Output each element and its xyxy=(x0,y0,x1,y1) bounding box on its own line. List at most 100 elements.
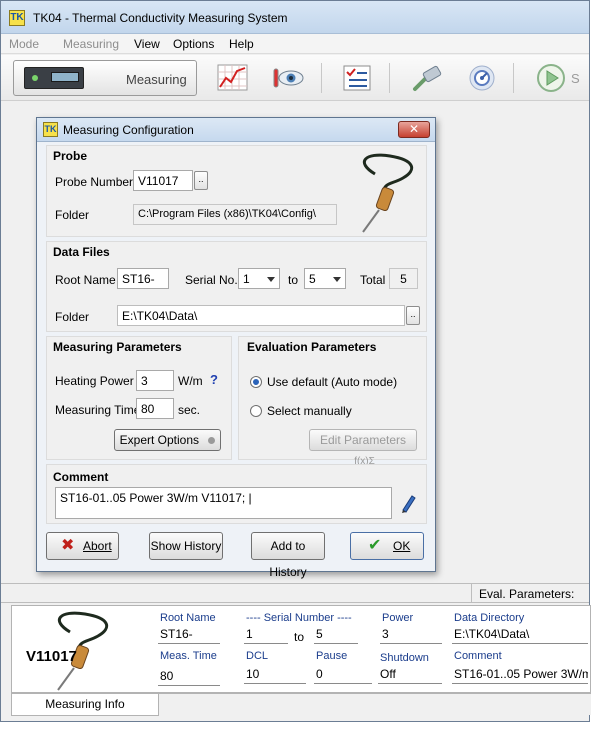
measuring-time-field[interactable]: 80 xyxy=(136,398,174,419)
measuring-configuration-dialog: TK Measuring Configuration ✕ Probe Probe… xyxy=(36,117,436,579)
info-serial-label: ---- Serial Number ---- xyxy=(246,612,352,624)
serial-to-label: to xyxy=(288,273,299,287)
data-folder-browse-button[interactable]: .. xyxy=(406,306,420,325)
data-folder-field[interactable]: E:\TK04\Data\ xyxy=(117,305,405,326)
data-folder-label: Folder xyxy=(55,310,90,324)
menu-help[interactable]: Help xyxy=(229,37,254,51)
probe-name: V11017 xyxy=(26,648,77,665)
probe-folder-field: C:\Program Files (x86)\TK04\Config\ xyxy=(133,204,337,225)
chevron-down-icon xyxy=(333,277,341,282)
comment-field[interactable]: ST16-01..05 Power 3W/m V11017; | xyxy=(55,487,392,519)
info-pause-label: Pause xyxy=(316,650,348,662)
probe-browse-button[interactable]: .. xyxy=(194,171,208,190)
measuring-mode-label: Measuring xyxy=(126,72,187,87)
toolbar-separator xyxy=(389,63,390,93)
chart-icon[interactable] xyxy=(217,63,249,93)
start-button[interactable]: S xyxy=(535,63,581,93)
radio-select-manually[interactable] xyxy=(250,405,262,417)
menu-view[interactable]: View xyxy=(134,37,160,51)
menu-measuring[interactable]: Measuring xyxy=(63,37,119,51)
data-files-group: Data Files Root Name ST16- Serial No. 1 … xyxy=(46,241,427,332)
info-meas-time-value: 80 xyxy=(158,668,220,686)
info-serial-to-label: to xyxy=(294,630,305,644)
info-data-directory-value: E:\TK04\Data\ xyxy=(452,626,588,644)
measuring-parameters-group: Measuring Parameters Heating Power 3 W/m… xyxy=(46,336,232,460)
expert-options-button[interactable]: Expert Options xyxy=(114,429,221,451)
root-name-field[interactable]: ST16- xyxy=(117,268,169,289)
bottom-tab-bar: Measuring Info xyxy=(11,693,591,716)
use-default-label[interactable]: Use default (Auto mode) xyxy=(267,375,397,389)
measuring-parameters-title: Measuring Parameters xyxy=(53,340,182,354)
heating-power-field[interactable]: 3 xyxy=(136,370,174,391)
info-pause-value: 0 xyxy=(314,666,372,684)
tk04-app-icon: TK xyxy=(9,10,25,26)
indicator-dot-icon xyxy=(208,437,216,445)
main-titlebar[interactable]: TK TK04 - Thermal Conductivity Measuring… xyxy=(1,1,589,34)
add-to-history-button[interactable]: Add to History xyxy=(251,532,325,579)
toolbar-separator xyxy=(513,63,514,93)
probe-number-label: Probe Number xyxy=(55,175,134,189)
heating-power-label: Heating Power xyxy=(55,374,134,388)
measuring-time-label: Measuring Time xyxy=(55,403,141,417)
info-dcl-value: 10 xyxy=(244,666,306,684)
info-data-directory-label: Data Directory xyxy=(454,612,525,624)
data-files-group-title: Data Files xyxy=(53,245,110,259)
abort-x-icon: ✖ xyxy=(61,537,75,554)
dialog-titlebar[interactable]: TK Measuring Configuration ✕ xyxy=(37,118,435,142)
info-power-value: 3 xyxy=(380,626,442,644)
tk04-app-icon: TK xyxy=(43,122,58,137)
radio-use-default[interactable] xyxy=(250,376,262,388)
probe-folder-label: Folder xyxy=(55,208,90,222)
measuring-info-panel: V11017 Root Name ST16- ---- Serial Numbe… xyxy=(11,605,591,693)
edit-parameters-button[interactable]: Edit Parameters f(x)Σ xyxy=(309,429,417,467)
info-shutdown-value: Off xyxy=(378,666,442,684)
chevron-down-icon xyxy=(267,277,275,282)
evaluation-parameters-title: Evaluation Parameters xyxy=(247,340,377,354)
show-history-button[interactable]: Show History xyxy=(149,532,223,560)
dialog-title: Measuring Configuration xyxy=(63,123,194,137)
probe-number-field[interactable]: V11017 xyxy=(133,170,193,191)
tab-measuring-info[interactable]: Measuring Info xyxy=(11,694,159,716)
ok-button[interactable]: ✔ OK xyxy=(350,532,424,560)
info-shutdown-label: Shutdown xyxy=(380,652,429,664)
device-icon xyxy=(24,67,84,89)
total-label: Total xyxy=(360,273,386,287)
info-root-name-label: Root Name xyxy=(160,612,216,624)
abort-label: Abort xyxy=(83,539,112,553)
comment-group: Comment ST16-01..05 Power 3W/m V11017; | xyxy=(46,464,427,524)
menu-options[interactable]: Options xyxy=(173,37,214,51)
info-comment-value: ST16-01..05 Power 3W/m xyxy=(452,666,588,684)
measuring-mode-button[interactable]: Measuring xyxy=(13,60,197,96)
comment-title: Comment xyxy=(53,470,109,484)
close-button[interactable]: ✕ xyxy=(398,121,430,138)
serial-no-label: Serial No. xyxy=(185,273,238,287)
pencil-icon[interactable] xyxy=(400,493,416,513)
window-title: TK04 - Thermal Conductivity Measuring Sy… xyxy=(33,11,288,25)
serial-to-select[interactable]: 5 xyxy=(304,268,346,289)
serial-to-value: 5 xyxy=(309,272,316,286)
heating-power-unit: W/m xyxy=(178,374,203,388)
eye-icon[interactable] xyxy=(271,63,304,93)
serial-from-select[interactable]: 1 xyxy=(238,268,280,289)
ok-label: OK xyxy=(393,539,411,553)
toolbar-separator xyxy=(321,63,322,93)
abort-button[interactable]: ✖ Abort xyxy=(46,532,119,560)
serial-from-value: 1 xyxy=(243,272,250,286)
menu-bar: Mode Measuring View Options Help xyxy=(1,34,589,54)
info-meas-time-label: Meas. Time xyxy=(160,650,217,662)
menu-mode[interactable]: Mode xyxy=(9,37,39,51)
help-icon[interactable]: ? xyxy=(210,372,218,387)
info-dcl-label: DCL xyxy=(246,650,269,662)
select-manually-label[interactable]: Select manually xyxy=(267,404,352,418)
info-comment-label: Comment xyxy=(454,650,502,662)
start-label: S xyxy=(571,71,580,86)
info-root-name-value: ST16- xyxy=(158,626,220,644)
dial-icon[interactable] xyxy=(466,63,498,93)
probe-connector-icon[interactable] xyxy=(411,63,443,93)
checklist-icon[interactable] xyxy=(341,63,373,93)
probe-group-title: Probe xyxy=(53,149,88,163)
probe-group: Probe Probe Number V11017 .. Folder C:\P… xyxy=(46,145,427,237)
eval-parameters-status: Eval. Parameters: xyxy=(479,587,575,601)
status-bar: Eval. Parameters: xyxy=(1,583,589,603)
info-power-label: Power xyxy=(382,612,414,624)
